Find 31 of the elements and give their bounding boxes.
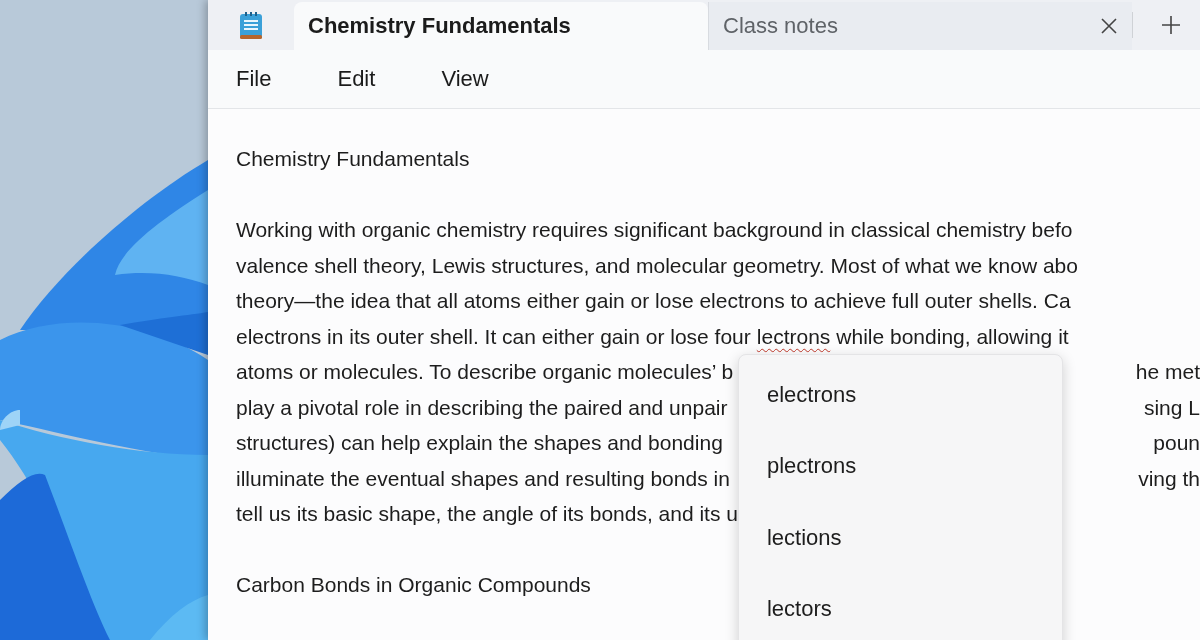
text-line: structures) can help explain the shapes and bonding xyxy=(236,431,723,454)
suggestion-item[interactable]: electrons xyxy=(739,359,1062,431)
text-line: theory—the idea that all atoms either gain or lose electrons to achieve full outer shells. Ca xyxy=(236,288,1071,314)
close-icon[interactable] xyxy=(1100,17,1118,35)
text-line: while bonding, allowing it xyxy=(836,323,1069,350)
notepad-icon[interactable] xyxy=(238,11,264,41)
tab-title: Class notes xyxy=(723,13,838,39)
tab-title: Chemistry Fundamentals xyxy=(308,13,571,39)
text-line: valence shell theory, Lewis structures, and molecular geometry. Most of what we know abo xyxy=(236,252,1078,279)
tab[interactable]: Class notes xyxy=(708,2,1132,50)
suggestion-item[interactable]: plectrons xyxy=(739,430,1062,502)
text-line: he met xyxy=(1135,360,1200,383)
text-line: tell us its basic shape, the angle of its bonds, and its u xyxy=(236,502,738,525)
menu-item[interactable]: File xyxy=(226,62,282,96)
menu-item[interactable]: View xyxy=(431,62,499,96)
menu-item[interactable]: Edit xyxy=(327,62,386,96)
text-line: illuminate the eventual shapes and resulting bonds in xyxy=(236,466,730,490)
text-line: play a pivotal role in describing the paired and unpair xyxy=(236,395,728,419)
text-line: atoms or molecules. To describe organic molecules’ b xyxy=(236,360,734,383)
suggestion-item[interactable]: lections xyxy=(739,502,1062,574)
text-line: electrons in its outer shell. It can either gain or lose four xyxy=(236,323,751,350)
document-title: Chemistry Fundamentals xyxy=(236,146,471,172)
text-line: sing L xyxy=(1143,395,1200,419)
text-line: poun xyxy=(1153,431,1200,454)
tab[interactable]: Chemistry Fundamentals xyxy=(294,2,708,50)
suggestion-item[interactable]: lectors xyxy=(739,573,1062,640)
misspelled-word: lectrons xyxy=(756,323,831,350)
text-line: Working with organic chemistry requires significant background in classical chemistry befo xyxy=(236,217,1073,243)
text-line: ving th xyxy=(1138,466,1200,490)
plus-icon[interactable] xyxy=(1161,15,1181,35)
section-heading: Carbon Bonds in Organic Compounds xyxy=(236,573,591,596)
